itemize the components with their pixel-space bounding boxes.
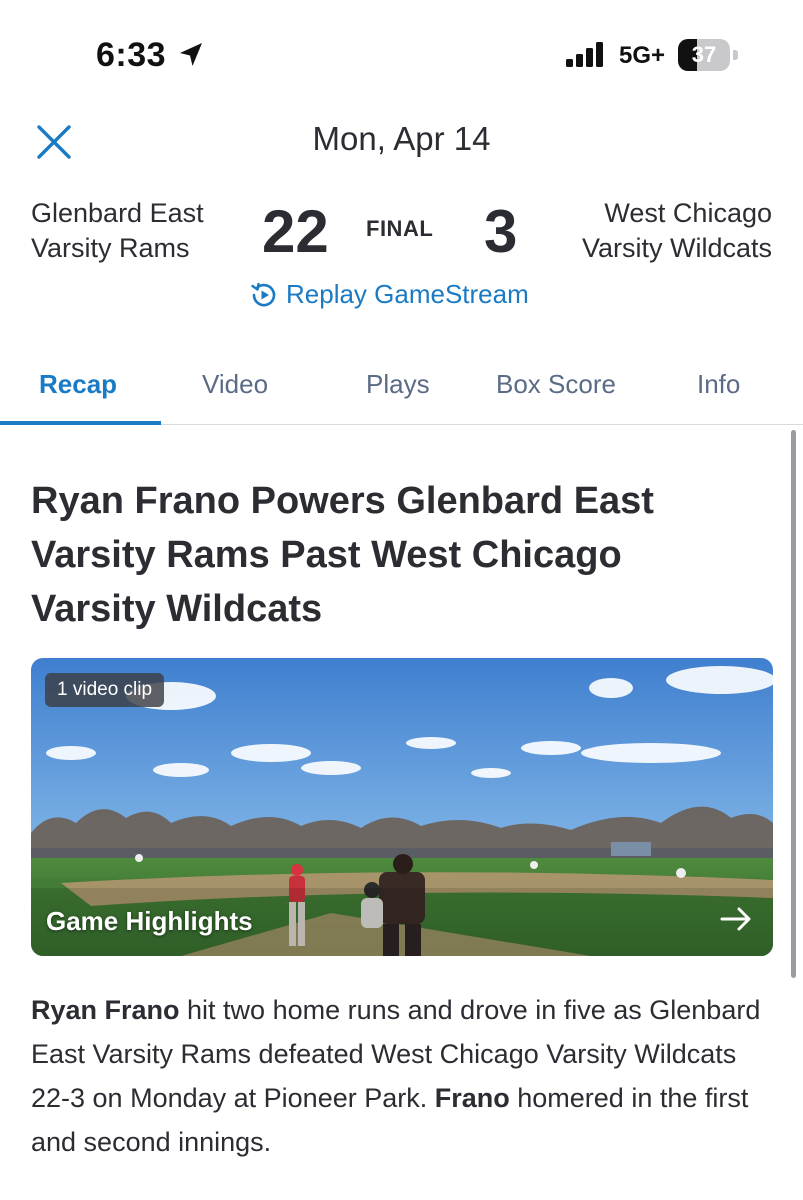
battery-icon: 37 [678, 39, 738, 71]
video-clip-count-badge: 1 video clip [45, 673, 165, 707]
home-team-name[interactable]: Glenbard East Varsity Rams [31, 196, 204, 266]
status-time: 6:33 [96, 36, 167, 74]
game-status: FINAL [366, 216, 434, 241]
replay-icon [251, 282, 276, 306]
tab-recap[interactable]: Recap [39, 369, 117, 400]
tab-info[interactable]: Info [697, 369, 740, 400]
away-team-line2: Varsity Wildcats [581, 233, 772, 263]
away-team-name[interactable]: West Chicago Varsity Wildcats [582, 196, 772, 266]
home-team-line1: Glenbard East [31, 198, 204, 228]
home-score: 22 [262, 198, 329, 265]
cellular-signal-icon [566, 42, 603, 67]
video-highlights-card[interactable]: 1 video clip Game Highlights [31, 658, 773, 956]
battery-percent: 37 [691, 42, 717, 67]
game-date: Mon, Apr 14 [312, 120, 491, 157]
article-body: Ryan Frano hit two home runs and drove i… [31, 988, 776, 1164]
away-team-line1: West Chicago [604, 198, 772, 228]
tab-plays[interactable]: Plays [366, 369, 430, 400]
network-type: 5G+ [619, 42, 666, 69]
video-title: Game Highlights [46, 906, 253, 936]
arrow-right-icon [720, 907, 751, 931]
home-team-line2: Varsity Rams [31, 233, 190, 263]
tab-video[interactable]: Video [202, 369, 268, 400]
location-arrow-icon [180, 43, 202, 66]
away-score: 3 [484, 198, 518, 265]
replay-label: Replay GameStream [286, 279, 529, 309]
player-name-bold: Frano [434, 1083, 510, 1113]
active-tab-indicator [0, 421, 161, 425]
status-bar: 6:33 5G+ 37 [0, 0, 803, 110]
article-headline: Ryan Frano Powers Glenbard East Varsity … [31, 480, 654, 630]
scrollbar[interactable] [791, 430, 796, 978]
replay-gamestream-link[interactable]: Replay GameStream [250, 279, 529, 310]
player-name-bold: Ryan Frano [31, 995, 180, 1025]
tab-box-score[interactable]: Box Score [496, 369, 616, 400]
tab-bar: Recap Video Plays Box Score Info [0, 355, 803, 425]
